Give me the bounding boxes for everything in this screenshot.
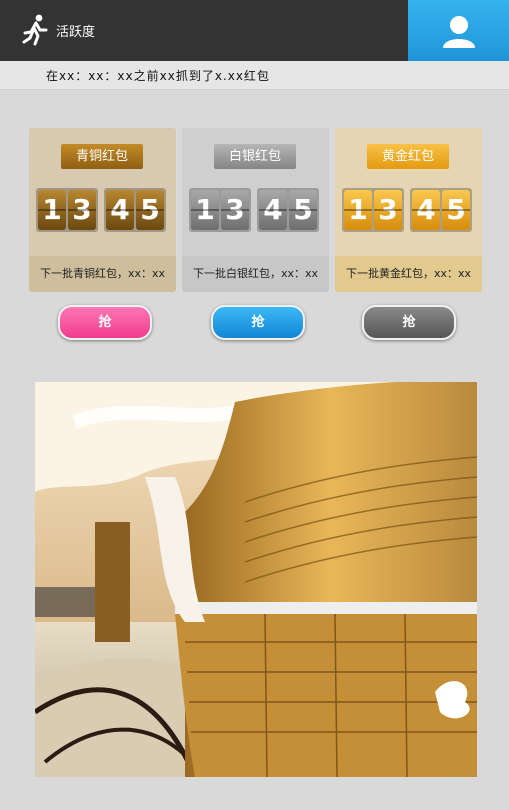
countdown-minutes: 4 5 — [257, 188, 319, 232]
countdown-hours: 1 3 — [36, 188, 98, 232]
countdown-digit: 1 — [38, 190, 66, 230]
countdown-hours: 1 3 — [189, 188, 251, 232]
gold-red-packet-card: 黄金红包 1 3 4 5 下一批黄金红包，xx：xx — [335, 128, 482, 292]
countdown-digit: 4 — [106, 190, 134, 230]
countdown-digit: 3 — [221, 190, 249, 230]
silver-red-packet-card: 白银红包 1 3 4 5 下一批白银红包，xx：xx — [182, 128, 329, 292]
silver-countdown: 1 3 4 5 — [189, 188, 319, 232]
gold-badge: 黄金红包 — [367, 144, 449, 169]
countdown-hours: 1 3 — [342, 188, 404, 232]
user-icon — [442, 15, 475, 48]
countdown-digit: 4 — [412, 190, 440, 230]
grab-silver-button[interactable]: 抢 — [211, 305, 305, 340]
bronze-badge: 青铜红包 — [61, 144, 143, 169]
top-bar: 活跃度 — [0, 0, 509, 61]
countdown-digit: 1 — [191, 190, 219, 230]
countdown-digit: 3 — [374, 190, 402, 230]
winner-ticker: 在xx：xx：xx之前xx抓到了x.xx红包 — [0, 61, 509, 90]
countdown-minutes: 4 5 — [104, 188, 166, 232]
countdown-minutes: 4 5 — [410, 188, 472, 232]
activity-label: 活跃度 — [56, 24, 96, 40]
user-profile-button[interactable] — [408, 0, 509, 61]
grab-gold-button[interactable]: 抢 — [362, 305, 456, 340]
gold-next-batch-note: 下一批黄金红包，xx：xx — [335, 256, 482, 292]
bronze-countdown: 1 3 4 5 — [36, 188, 166, 232]
countdown-digit: 1 — [344, 190, 372, 230]
running-person-icon — [22, 14, 48, 46]
silver-next-batch-note: 下一批白银红包，xx：xx — [182, 256, 329, 292]
silver-badge: 白银红包 — [214, 144, 296, 169]
ticker-text: 在xx：xx：xx之前xx抓到了x.xx红包 — [46, 69, 270, 83]
countdown-digit: 4 — [259, 190, 287, 230]
bronze-next-batch-note: 下一批青铜红包，xx：xx — [29, 256, 176, 292]
grab-bronze-button[interactable]: 抢 — [58, 305, 152, 340]
activity-button[interactable]: 活跃度 — [22, 14, 95, 46]
countdown-digit: 5 — [136, 190, 164, 230]
countdown-digit: 5 — [289, 190, 317, 230]
countdown-digit: 3 — [68, 190, 96, 230]
bronze-red-packet-card: 青铜红包 1 3 4 5 下一批青铜红包，xx：xx — [29, 128, 176, 292]
countdown-digit: 5 — [442, 190, 470, 230]
lobby-photo — [35, 382, 477, 777]
gold-countdown: 1 3 4 5 — [342, 188, 472, 232]
